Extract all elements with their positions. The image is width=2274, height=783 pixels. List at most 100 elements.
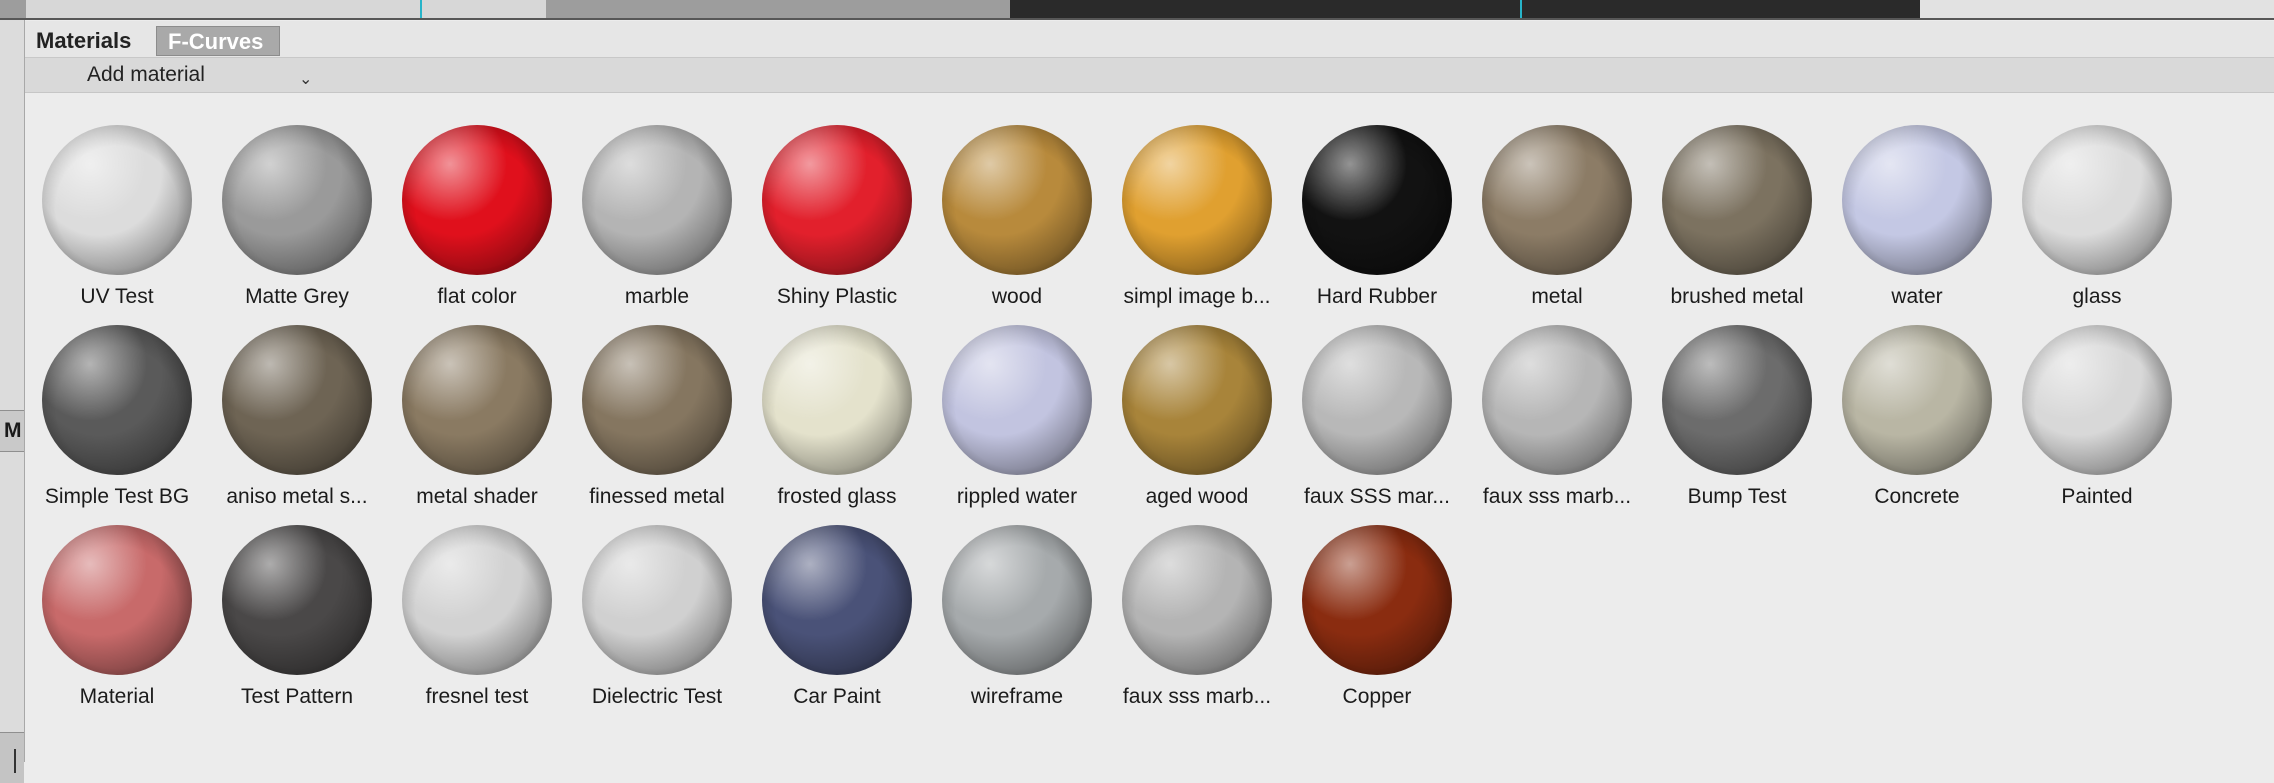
material-label: Concrete xyxy=(1874,485,1960,508)
tab-f-curves[interactable]: F-Curves xyxy=(156,26,280,56)
material-preview-sphere xyxy=(1842,125,1992,275)
material-tile[interactable]: rippled water xyxy=(927,325,1107,525)
material-tile[interactable]: Material xyxy=(27,525,207,725)
viewport-axis-line xyxy=(420,0,422,20)
material-preview-sphere xyxy=(942,125,1092,275)
viewport-strip[interactable] xyxy=(0,0,2274,20)
material-tile[interactable]: Concrete xyxy=(1827,325,2007,525)
material-label: fresnel test xyxy=(425,685,529,708)
material-label: Shiny Plastic xyxy=(776,285,898,308)
material-label: frosted glass xyxy=(777,485,897,508)
material-label: water xyxy=(1891,285,1943,308)
material-tile[interactable]: Shiny Plastic xyxy=(747,125,927,325)
material-label: Painted xyxy=(2061,485,2133,508)
material-tile[interactable]: frosted glass xyxy=(747,325,927,525)
material-preview-sphere xyxy=(402,325,552,475)
material-preview-sphere xyxy=(222,125,372,275)
viewport-side xyxy=(1920,0,2274,20)
material-label: wood xyxy=(991,285,1043,308)
left-dock: M xyxy=(0,20,25,783)
viewport-object xyxy=(1010,0,1920,20)
left-dock-bottom xyxy=(0,732,24,783)
material-label: Car Paint xyxy=(793,685,881,708)
material-tile[interactable]: faux sss marb... xyxy=(1467,325,1647,525)
material-tile[interactable]: Painted xyxy=(2007,325,2187,525)
material-preview-sphere xyxy=(42,325,192,475)
material-label: aged wood xyxy=(1145,485,1249,508)
material-tile[interactable]: finessed metal xyxy=(567,325,747,525)
material-preview-sphere xyxy=(402,125,552,275)
left-dock-tab[interactable]: M xyxy=(0,410,24,452)
viewport-background xyxy=(26,0,546,20)
material-tile[interactable]: UV Test xyxy=(27,125,207,325)
material-tile[interactable]: Car Paint xyxy=(747,525,927,725)
material-label: faux sss marb... xyxy=(1482,485,1632,508)
material-label: glass xyxy=(2072,285,2122,308)
material-tile[interactable]: aged wood xyxy=(1107,325,1287,525)
material-label: finessed metal xyxy=(589,485,725,508)
material-preview-sphere xyxy=(1842,325,1992,475)
viewport-axis-line xyxy=(1520,0,1522,20)
material-tile[interactable]: Bump Test xyxy=(1647,325,1827,525)
material-label: wireframe xyxy=(970,685,1064,708)
material-tile[interactable]: Copper xyxy=(1287,525,1467,725)
material-preview-sphere xyxy=(42,525,192,675)
material-tile[interactable]: Test Pattern xyxy=(207,525,387,725)
material-label: brushed metal xyxy=(1670,285,1804,308)
material-preview-sphere xyxy=(762,125,912,275)
material-preview-sphere xyxy=(2022,125,2172,275)
material-label: flat color xyxy=(437,285,517,308)
material-preview-sphere xyxy=(222,325,372,475)
chevron-down-icon: ⌄ xyxy=(299,71,313,88)
material-tile[interactable]: wireframe xyxy=(927,525,1107,725)
add-material-label: Add material xyxy=(87,63,205,86)
material-label: metal xyxy=(1531,285,1583,308)
material-tile[interactable]: aniso metal s... xyxy=(207,325,387,525)
material-preview-sphere xyxy=(1662,325,1812,475)
material-preview-sphere xyxy=(942,325,1092,475)
material-tile[interactable]: faux sss marb... xyxy=(1107,525,1287,725)
material-preview-sphere xyxy=(582,325,732,475)
material-preview-sphere xyxy=(1482,325,1632,475)
material-label: Matte Grey xyxy=(245,285,349,308)
material-preview-sphere xyxy=(402,525,552,675)
material-label: simpl image b... xyxy=(1123,285,1271,308)
material-label: Hard Rubber xyxy=(1316,285,1438,308)
material-grid: UV Test Matte Grey flat color marble Shiny P… xyxy=(25,93,2274,762)
add-material-dropdown[interactable]: Add material ⌄ xyxy=(87,58,327,92)
material-tile[interactable]: brushed metal xyxy=(1647,125,1827,325)
material-preview-sphere xyxy=(762,325,912,475)
material-preview-sphere xyxy=(582,525,732,675)
material-preview-sphere xyxy=(1302,125,1452,275)
material-tile[interactable]: glass xyxy=(2007,125,2187,325)
material-label: Test Pattern xyxy=(240,685,354,708)
tab-materials[interactable]: Materials xyxy=(25,26,155,56)
material-tile[interactable]: flat color xyxy=(387,125,567,325)
material-tile[interactable]: metal shader xyxy=(387,325,567,525)
material-label: metal shader xyxy=(416,485,538,508)
material-tile[interactable]: Dielectric Test xyxy=(567,525,747,725)
material-preview-sphere xyxy=(762,525,912,675)
material-tile[interactable]: marble xyxy=(567,125,747,325)
material-tile[interactable]: Simple Test BG xyxy=(27,325,207,525)
material-preview-sphere xyxy=(42,125,192,275)
material-preview-sphere xyxy=(1122,325,1272,475)
material-tile[interactable]: fresnel test xyxy=(387,525,567,725)
material-label: marble xyxy=(624,285,690,308)
material-tile[interactable]: Hard Rubber xyxy=(1287,125,1467,325)
material-preview-sphere xyxy=(1302,525,1452,675)
material-preview-sphere xyxy=(582,125,732,275)
material-preview-sphere xyxy=(2022,325,2172,475)
material-tile[interactable]: water xyxy=(1827,125,2007,325)
material-tile[interactable]: wood xyxy=(927,125,1107,325)
material-tile[interactable]: simpl image b... xyxy=(1107,125,1287,325)
material-preview-sphere xyxy=(1122,125,1272,275)
material-tile[interactable]: metal xyxy=(1467,125,1647,325)
material-label: aniso metal s... xyxy=(226,485,368,508)
material-label: Copper xyxy=(1342,685,1412,708)
tab-bar: Materials F-Curves xyxy=(25,21,2274,58)
viewport-edge xyxy=(0,18,2274,20)
materials-panel: Materials F-Curves Add material ⌄ UV Tes… xyxy=(25,21,2274,762)
material-tile[interactable]: faux SSS mar... xyxy=(1287,325,1467,525)
material-tile[interactable]: Matte Grey xyxy=(207,125,387,325)
